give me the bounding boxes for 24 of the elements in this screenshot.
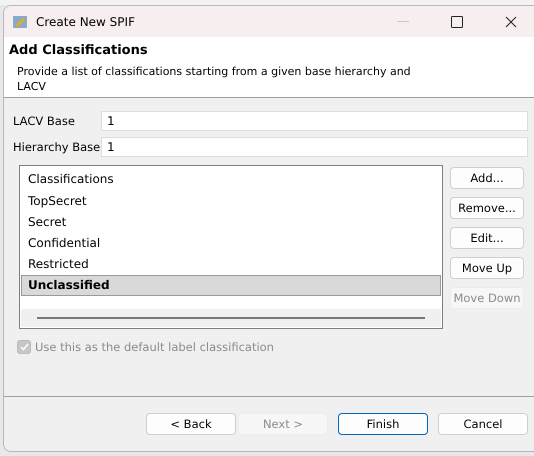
app-icon (12, 14, 28, 30)
list-item[interactable]: TopSecret (21, 191, 441, 212)
footer-button[interactable]: Finish (338, 413, 428, 435)
list-item[interactable]: Confidential (21, 233, 441, 254)
side-button[interactable]: Remove... (450, 197, 524, 219)
input-field[interactable]: 1 (101, 111, 528, 131)
side-button[interactable]: Edit... (450, 227, 524, 249)
list-item[interactable]: Restricted (21, 254, 441, 275)
side-button[interactable]: Move Up (450, 257, 524, 279)
horizontal-scrollbar[interactable] (21, 309, 441, 327)
list-heading: Classifications (27, 171, 115, 188)
list-item[interactable]: Unclassified (21, 275, 441, 296)
list-item[interactable]: Secret (21, 212, 441, 233)
field-label: LACV Base (13, 114, 76, 128)
page-title: Add Classifications (9, 43, 149, 58)
checkbox-label: Use this as the default label classification (35, 340, 274, 354)
check-icon (20, 343, 28, 351)
window-title: Create New SPIF (36, 14, 136, 28)
input-field[interactable]: 1 (101, 137, 528, 157)
page-description: Provide a list of classifications starting from a given base hierarchy and LACV (17, 64, 412, 94)
field-label: Hierarchy Base (13, 140, 101, 154)
footer-button[interactable]: < Back (146, 413, 236, 435)
side-button[interactable]: Add... (450, 167, 524, 189)
footer-button[interactable]: Cancel (438, 413, 528, 435)
